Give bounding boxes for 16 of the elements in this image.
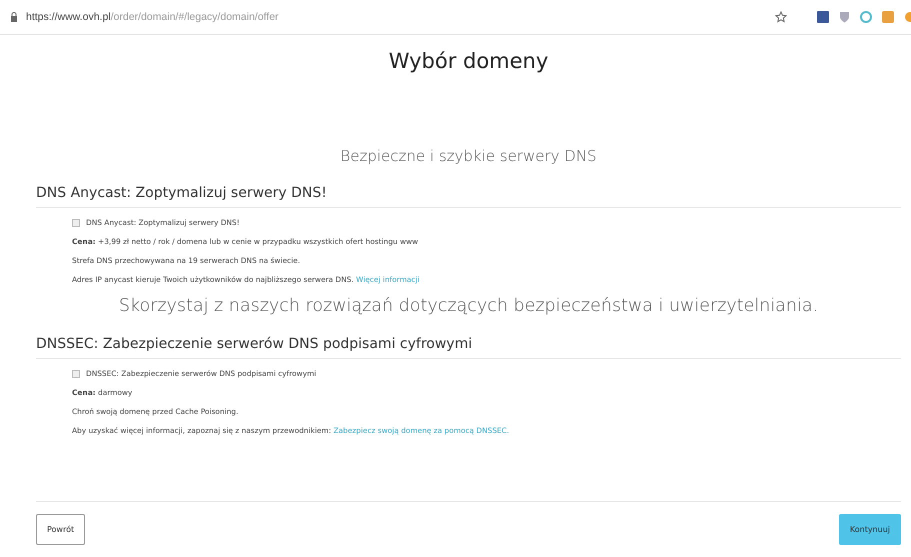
section-heading: DNSSEC: Zabezpieczenie serwerów DNS podpisami cyfrowymi — [36, 336, 901, 359]
section-subtitle: Skorzystaj z naszych rozwiązań dotyczących bezpieczeństwa i uwierzytelniania. — [118, 296, 820, 316]
back-button[interactable]: Powrót — [36, 514, 86, 545]
circle-icon[interactable] — [860, 11, 872, 23]
url-field[interactable]: https://www.ovh.pl/order/domain/#/legacy/domain/offer — [26, 11, 767, 23]
square-icon[interactable] — [882, 11, 894, 23]
page-title: Wybór domeny — [388, 49, 550, 73]
square-icon[interactable] — [817, 11, 829, 23]
section-heading: DNS Anycast: Zoptymalizuj serwery DNS! — [36, 185, 901, 208]
continue-button[interactable]: Kontynuuj — [838, 514, 901, 545]
lock-icon — [10, 12, 18, 22]
section-subtitle: Bezpieczne i szybkie serwery DNS — [339, 147, 598, 165]
star-icon[interactable] — [775, 11, 787, 23]
shield-icon[interactable] — [839, 11, 850, 23]
checkbox[interactable] — [72, 370, 80, 378]
checkbox[interactable] — [72, 218, 80, 226]
